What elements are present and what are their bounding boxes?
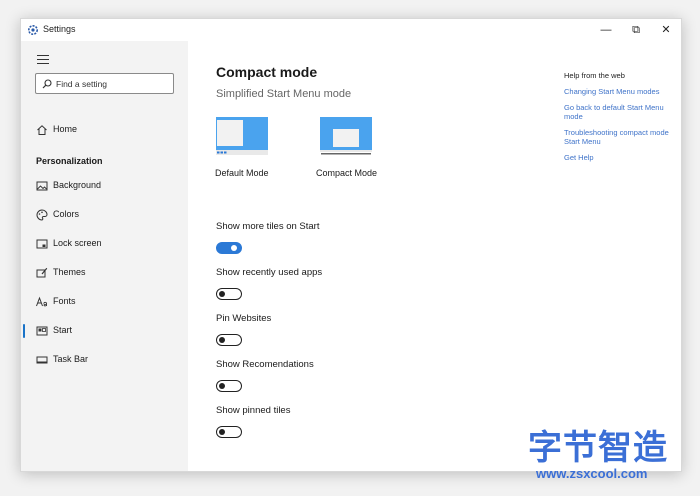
pin-websites-toggle[interactable] (216, 334, 242, 346)
help-panel: Help from the web Changing Start Menu mo… (564, 71, 674, 168)
sidebar-item-label: Lock screen (53, 238, 102, 248)
sidebar-item-home[interactable]: Home (21, 119, 188, 141)
default-mode-option[interactable]: Default Mode (215, 117, 269, 178)
sidebar: Find a setting Home Personalization Back… (21, 41, 188, 471)
page-subtitle: Simplified Start Menu mode (216, 88, 352, 100)
title-bar[interactable]: Settings — ⧉ ✕ (21, 19, 681, 41)
recommendations-toggle[interactable] (216, 380, 242, 392)
image-icon (36, 181, 48, 191)
sidebar-item-start[interactable]: Start (21, 320, 188, 342)
settings-gear-icon (28, 25, 38, 35)
search-placeholder: Find a setting (56, 79, 108, 89)
minimize-button[interactable]: — (591, 19, 621, 41)
watermark-title: 字节智造 (528, 429, 668, 467)
sidebar-item-label: Task Bar (53, 354, 89, 364)
maximize-button[interactable]: ⧉ (621, 19, 651, 41)
recent-apps-toggle[interactable] (216, 288, 242, 300)
main-content: Compact mode Simplified Start Menu mode … (188, 41, 681, 471)
default-mode-thumbnail (216, 117, 268, 155)
watermark-url: www.zsxcool.com (536, 466, 648, 481)
home-icon (37, 125, 47, 135)
sidebar-item-colors[interactable]: Colors (21, 204, 188, 226)
lock-screen-icon (36, 239, 48, 249)
hamburger-menu-icon[interactable] (37, 55, 49, 67)
search-box[interactable]: Find a setting (35, 73, 174, 94)
fonts-icon (36, 296, 47, 307)
sidebar-item-label: Background (53, 180, 102, 190)
watermark: 字节智造 www.zsxcool.com (528, 430, 698, 482)
help-link-go-back-default[interactable]: Go back to default Start Menu mode (564, 103, 674, 122)
option-label-recommendations: Show Recomendations (216, 359, 314, 370)
page-title: Compact mode (216, 64, 318, 80)
sidebar-item-label: Colors (53, 209, 80, 219)
search-icon (42, 79, 52, 89)
brush-icon (36, 267, 48, 278)
mode-caption: Default Mode (215, 168, 269, 178)
sidebar-item-label: Fonts (53, 296, 76, 306)
help-link-get-help[interactable]: Get Help (564, 153, 674, 163)
option-label-pin-websites: Pin Websites (216, 313, 272, 324)
pinned-tiles-toggle[interactable] (216, 426, 242, 438)
section-heading: Personalization (36, 156, 103, 166)
sidebar-item-fonts[interactable]: Fonts (21, 291, 188, 313)
help-title: Help from the web (564, 71, 625, 80)
mode-caption: Compact Mode (316, 168, 378, 178)
compact-mode-option[interactable]: Compact Mode (316, 117, 377, 178)
taskbar-icon (36, 356, 48, 364)
close-button[interactable]: ✕ (651, 19, 681, 41)
sidebar-item-label: Home (53, 124, 78, 134)
sidebar-item-background[interactable]: Background (21, 175, 188, 197)
help-link-troubleshooting[interactable]: Troubleshooting compact mode Start Menu (564, 128, 674, 147)
compact-mode-thumbnail (320, 117, 372, 155)
help-link-changing-modes[interactable]: Changing Start Menu modes (564, 87, 674, 97)
sidebar-item-label: Start (53, 325, 73, 335)
sidebar-item-task-bar[interactable]: Task Bar (21, 349, 188, 371)
start-icon (36, 326, 48, 336)
settings-window: Settings — ⧉ ✕ Find a setting Home Perso… (20, 18, 682, 472)
sidebar-item-themes[interactable]: Themes (21, 262, 188, 284)
option-label-more-tiles: Show more tiles on Start (216, 221, 320, 232)
window-title: Settings (43, 24, 76, 34)
more-tiles-toggle[interactable] (216, 242, 242, 254)
palette-icon (36, 209, 48, 221)
sidebar-item-lock-screen[interactable]: Lock screen (21, 233, 188, 255)
option-label-recent-apps: Show recently used apps (216, 267, 323, 278)
option-label-pinned-tiles: Show pinned tiles (216, 405, 291, 416)
sidebar-item-label: Themes (53, 267, 86, 277)
